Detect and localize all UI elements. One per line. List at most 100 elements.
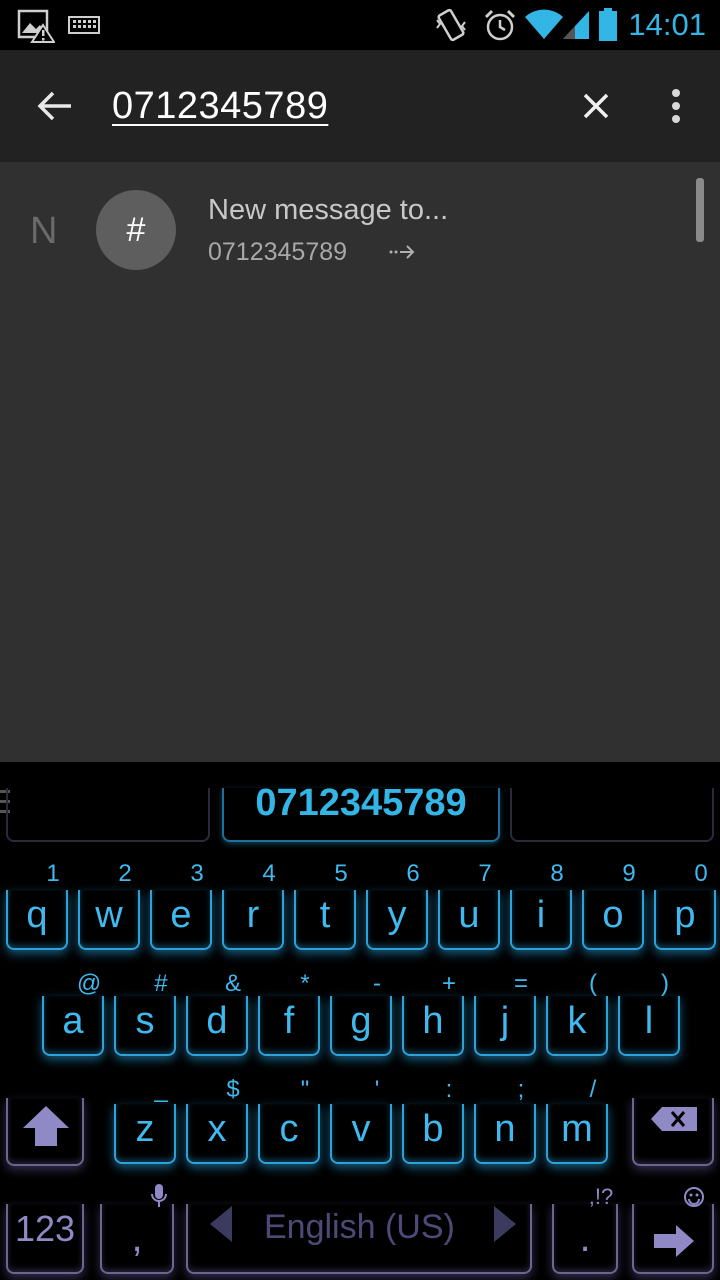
- shift-icon: [23, 1106, 69, 1146]
- lang-prev-icon: [210, 1206, 232, 1242]
- back-arrow-icon: [37, 91, 71, 121]
- back-button[interactable]: [20, 76, 90, 136]
- key-label: h: [422, 1000, 444, 1042]
- key-c[interactable]: c: [258, 1104, 320, 1164]
- key-q[interactable]: q: [6, 890, 68, 950]
- key-label: y: [387, 894, 407, 936]
- key-hint: -: [373, 970, 381, 997]
- key-r[interactable]: r: [222, 890, 284, 950]
- key-d[interactable]: d: [186, 996, 248, 1056]
- clock-time: 14:01: [628, 7, 706, 42]
- clear-icon: [583, 93, 609, 119]
- enter-key[interactable]: [632, 1204, 714, 1274]
- symbols-key-label: 123: [14, 1208, 76, 1249]
- key-hint: ;: [517, 1076, 525, 1103]
- period-key[interactable]: .: [552, 1204, 618, 1274]
- key-hint: 5: [334, 860, 348, 887]
- comma-key[interactable]: ,: [100, 1204, 174, 1274]
- key-t[interactable]: t: [294, 890, 356, 950]
- key-n[interactable]: n: [474, 1104, 536, 1164]
- key-hint: +: [441, 970, 456, 997]
- status-bar: 14:01: [0, 0, 720, 50]
- key-p[interactable]: p: [654, 890, 716, 950]
- search-input[interactable]: 0712345789: [112, 80, 328, 132]
- image-warning-icon: [16, 6, 56, 44]
- key-label: j: [500, 1000, 510, 1042]
- backspace-icon: [651, 1107, 697, 1131]
- new-message-title[interactable]: New message to...: [208, 194, 448, 227]
- keyboard-icon: [68, 6, 100, 44]
- key-b[interactable]: b: [402, 1104, 464, 1164]
- key-h[interactable]: h: [402, 996, 464, 1056]
- key-hint: (: [589, 970, 597, 997]
- backspace-key[interactable]: [632, 1098, 714, 1166]
- key-hint: :: [445, 1076, 453, 1103]
- soft-keyboard: 0712345789 1 q 2 w 3 e 4 r 5 t 6 y 7 u 8 i 9 o 0 p @ a # s & d * f -…: [0, 762, 720, 1280]
- key-label: p: [674, 894, 696, 936]
- key-f[interactable]: f: [258, 996, 320, 1056]
- period-key-label: .: [579, 1216, 591, 1260]
- cell-signal-icon: [560, 6, 592, 44]
- key-y[interactable]: y: [366, 890, 428, 950]
- key-g[interactable]: g: [330, 996, 392, 1056]
- suggestion-slot-right[interactable]: [510, 788, 714, 842]
- shift-key[interactable]: [6, 1098, 84, 1166]
- wifi-icon: [524, 6, 564, 44]
- key-o[interactable]: o: [582, 890, 644, 950]
- spacebar-key[interactable]: English (US): [186, 1204, 532, 1274]
- key-z[interactable]: z: [114, 1104, 176, 1164]
- search-results: N # New message to... 0712345789: [0, 162, 720, 762]
- key-label: i: [536, 894, 546, 936]
- key-hint: *: [300, 970, 310, 997]
- forward-arrow-icon: [389, 245, 415, 259]
- key-label: r: [246, 894, 260, 936]
- key-k[interactable]: k: [546, 996, 608, 1056]
- key-j[interactable]: j: [474, 996, 536, 1056]
- key-label: z: [135, 1108, 155, 1150]
- key-label: w: [95, 894, 123, 936]
- suggestion-text: 0712345789: [255, 782, 467, 824]
- key-w[interactable]: w: [78, 890, 140, 950]
- key-u[interactable]: u: [438, 890, 500, 950]
- key-hint: 2: [118, 860, 132, 887]
- mic-icon: [151, 1184, 167, 1207]
- key-label: l: [644, 1000, 654, 1042]
- avatar-symbol: #: [126, 210, 146, 249]
- key-e[interactable]: e: [150, 890, 212, 950]
- key-hint: 9: [622, 860, 636, 887]
- clear-button[interactable]: [566, 76, 626, 136]
- key-i[interactable]: i: [510, 890, 572, 950]
- key-hint: ): [661, 970, 669, 997]
- overflow-menu-icon: [672, 89, 680, 123]
- key-s[interactable]: s: [114, 996, 176, 1056]
- battery-icon: [597, 6, 619, 44]
- key-hint: ": [300, 1076, 310, 1103]
- key-label: a: [62, 1000, 84, 1042]
- key-label: t: [319, 894, 331, 936]
- vibrate-icon: [434, 6, 468, 44]
- key-hint: 7: [478, 860, 492, 887]
- key-m[interactable]: m: [546, 1104, 608, 1164]
- contact-avatar[interactable]: #: [96, 190, 176, 270]
- key-label: b: [422, 1108, 444, 1150]
- key-label: n: [494, 1108, 516, 1150]
- key-label: x: [207, 1108, 227, 1150]
- key-label: v: [351, 1108, 371, 1150]
- key-hint: 8: [550, 860, 564, 887]
- key-label: s: [135, 1000, 155, 1042]
- key-hint: _: [154, 1076, 168, 1103]
- symbols-key[interactable]: 123: [6, 1204, 84, 1274]
- key-x[interactable]: x: [186, 1104, 248, 1164]
- suggestion-slot-left[interactable]: [6, 788, 210, 842]
- key-v[interactable]: v: [330, 1104, 392, 1164]
- key-hint: #: [154, 970, 168, 997]
- enter-arrow-icon: [654, 1225, 694, 1257]
- key-label: f: [283, 1000, 295, 1042]
- results-scrollbar[interactable]: [696, 178, 704, 242]
- overflow-menu-button[interactable]: [650, 76, 702, 136]
- key-hint: 3: [190, 860, 204, 887]
- key-hint: 0: [694, 860, 708, 887]
- key-l[interactable]: l: [618, 996, 680, 1056]
- key-a[interactable]: a: [42, 996, 104, 1056]
- key-hint: 4: [262, 860, 276, 887]
